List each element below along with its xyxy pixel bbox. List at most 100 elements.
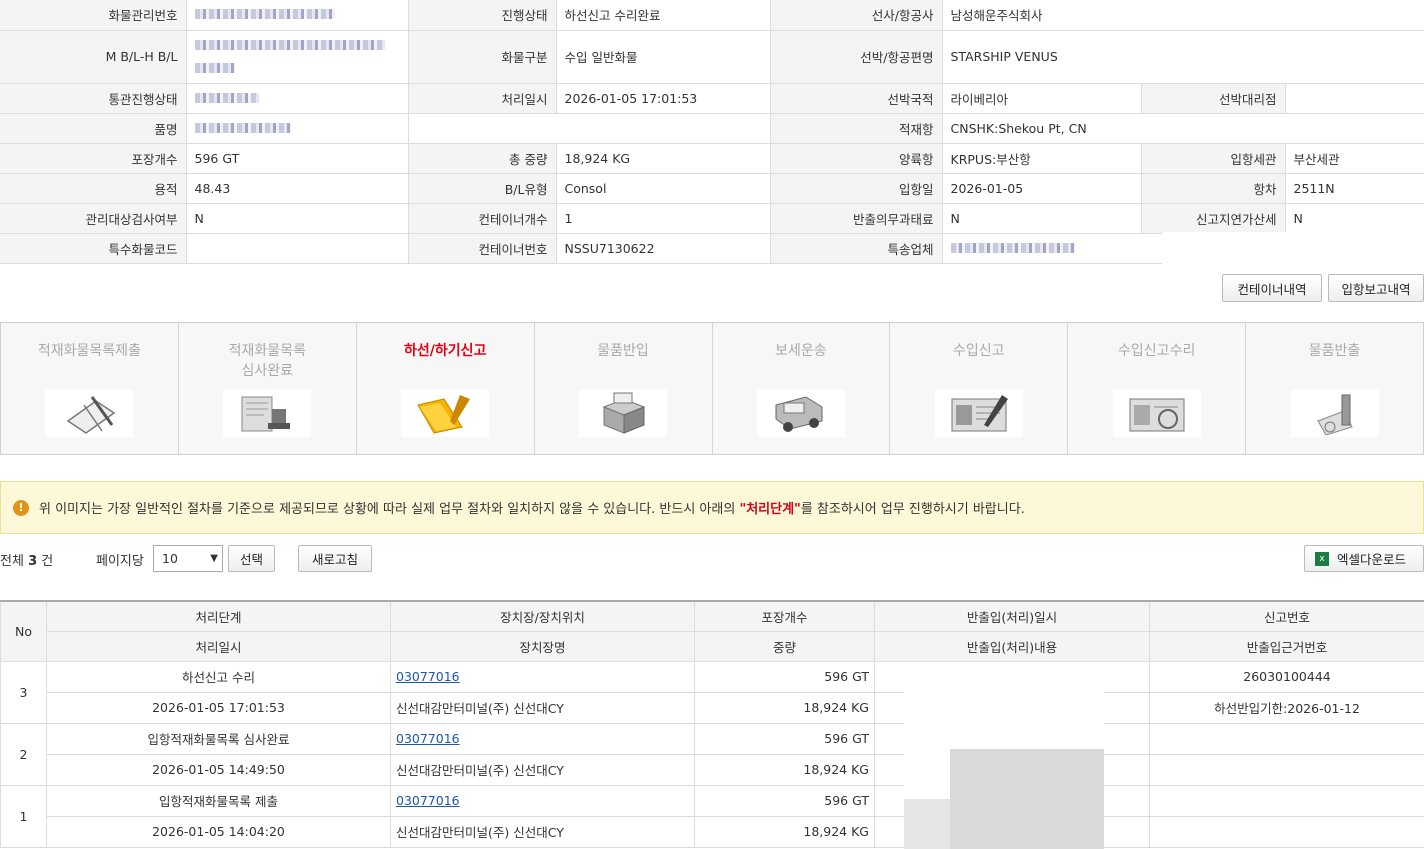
step-label: 보세운송: [775, 343, 827, 359]
row-warehouse: 신선대감만터미널(주) 신선대CY: [390, 753, 695, 786]
row-processed-at: 2026-01-05 14:04:20: [46, 815, 391, 848]
refresh-button[interactable]: 새로고침: [298, 545, 372, 572]
entry-customs-value: 부산세관: [1285, 143, 1424, 174]
clipboard-pen-icon: [45, 389, 134, 437]
step-import-declaration: 수입신고: [890, 323, 1069, 454]
row-report-no: [1149, 722, 1424, 755]
status-value: 하선신고 수리완료: [556, 0, 771, 31]
col-weight: 중량: [694, 630, 875, 662]
cargo-type-value: 수입 일반화물: [556, 30, 771, 84]
special-cargo-label: 특수화물코드: [0, 233, 187, 264]
excel-download-button[interactable]: x 엑셀다운로드: [1304, 545, 1424, 572]
table-row: 3 하선신고 수리 03077016 596 GT 26030100444: [0, 660, 1424, 724]
table-row: 2026-01-05 14:49:50 신선대감만터미널(주) 신선대CY 18…: [1, 753, 1424, 786]
row-stage: 입항적재화물목록 심사완료: [46, 722, 391, 755]
col-report-no: 신고번호: [1149, 600, 1424, 632]
entry-report-history-button[interactable]: 입항보고내역: [1328, 274, 1424, 302]
redaction-mask: [904, 799, 950, 849]
col-packages: 포장개수: [694, 600, 875, 632]
container-history-button[interactable]: 컨테이너내역: [1222, 274, 1322, 302]
per-page-label: 페이지당: [96, 554, 144, 569]
step-label: 적재화물목록 심사완료: [228, 343, 306, 379]
vessel-country-label: 선박국적: [770, 83, 943, 114]
row-weight: 18,924 KG: [694, 753, 875, 786]
step-manifest-submit: 적재화물목록제출: [1, 323, 179, 454]
step-label: 적재화물목록제출: [37, 343, 141, 359]
bl-type-label: B/L유형: [408, 173, 557, 204]
mgmt-no-label: 화물관리번호: [0, 0, 187, 31]
mgmt-no-value: [186, 0, 409, 31]
bl-label: M B/L-H B/L: [0, 30, 187, 84]
volume-value: 48.43: [186, 173, 409, 204]
row-report-no: [1149, 784, 1424, 817]
customs-status-label: 통관진행상태: [0, 83, 187, 114]
carrier-label: 선사/항공사: [770, 0, 943, 31]
unloading-port-value: KRPUS:부산항: [942, 143, 1142, 174]
step-label: 하선/하기신고: [403, 343, 487, 359]
volume-label: 용적: [0, 173, 187, 204]
row-packages: 596 GT: [694, 722, 875, 755]
row-stage: 하선신고 수리: [46, 660, 391, 693]
row-weight: 18,924 KG: [694, 815, 875, 848]
table-row: 2 입항적재화물목록 심사완료 03077016 596 GT: [0, 722, 1424, 786]
excel-icon: x: [1315, 551, 1329, 566]
step-import-approval: 수입신고수리: [1068, 323, 1247, 454]
entry-date-value: 2026-01-05: [942, 173, 1142, 204]
col-warehouse: 장치장명: [390, 630, 695, 662]
row-no: 1: [0, 784, 47, 848]
per-page-select[interactable]: 10 ▼: [153, 545, 223, 572]
warning-icon: !: [13, 499, 29, 516]
document-pen-icon: [934, 389, 1023, 437]
vessel-label: 선박/항공편명: [770, 30, 943, 84]
location-code-link[interactable]: 03077016: [396, 731, 460, 746]
release-duty-value: N: [942, 203, 1142, 234]
col-stage: 처리단계: [46, 600, 391, 632]
processing-history-table: No 처리단계 장치장/장치위치 포장개수 반출입(처리)일시 신고번호 처리일…: [0, 600, 1424, 848]
approved-document-icon: [1112, 389, 1201, 437]
step-unloading-report: 하선/하기신고: [357, 323, 535, 454]
chevron-down-icon: ▼: [210, 553, 218, 564]
inspection-value: N: [186, 203, 409, 234]
col-inout-datetime: 반출입(처리)일시: [874, 600, 1150, 632]
step-bonded-transport: 보세운송: [713, 323, 891, 454]
step-manifest-review: 적재화물목록 심사완료: [179, 323, 357, 454]
packages-label: 포장개수: [0, 143, 187, 174]
location-code-link[interactable]: 03077016: [396, 793, 460, 808]
row-basis-no: 하선반입기한:2026-01-12: [1149, 691, 1424, 724]
status-label: 진행상태: [408, 0, 557, 31]
row-weight: 18,924 KG: [694, 691, 875, 724]
step-label: 수입신고: [953, 343, 1005, 359]
container-count-value: 1: [556, 203, 771, 234]
voyage-label: 항차: [1141, 173, 1286, 204]
process-steps: 적재화물목록제출 적재화물목록 심사완료 하선/하기신고 물품반입 보세운송 수…: [0, 322, 1424, 455]
unloading-port-label: 양륙항: [770, 143, 943, 174]
cargo-info-table: 화물관리번호 진행상태 하선신고 수리완료 선사/항공사 남성해운주식회사 M …: [0, 0, 1424, 264]
item-value-extension: [408, 113, 771, 144]
special-cargo-value: [186, 233, 409, 264]
redaction-mask: [950, 749, 1104, 849]
entry-customs-label: 입항세관: [1141, 143, 1286, 174]
vessel-country-value: 라이베리아: [942, 83, 1142, 114]
voyage-value: 2511N: [1285, 173, 1424, 204]
bl-type-value: Consol: [556, 173, 771, 204]
select-button[interactable]: 선택: [228, 545, 275, 572]
row-processed-at: 2026-01-05 14:49:50: [46, 753, 391, 786]
forwarder-label: 특송업체: [770, 233, 943, 264]
row-packages: 596 GT: [694, 784, 875, 817]
row-warehouse: 신선대감만터미널(주) 신선대CY: [390, 691, 695, 724]
truck-icon: [756, 389, 845, 437]
location-code-link[interactable]: 03077016: [396, 669, 460, 684]
total-weight-label: 총 중량: [408, 143, 557, 174]
late-tax-label: 신고지연가산세: [1141, 203, 1286, 234]
row-packages: 596 GT: [694, 660, 875, 693]
col-location: 장치장/장치위치: [390, 600, 695, 632]
notice-text: 위 이미지는 가장 일반적인 절차를 기준으로 제공되므로 상황에 따라 실제 …: [39, 502, 1025, 517]
col-inout-content: 반출입(처리)내용: [874, 630, 1150, 662]
loading-port-value: CNSHK:Shekou Pt, CN: [942, 113, 1424, 144]
notice-highlight: "처리단계": [739, 502, 801, 517]
step-goods-release: 물품반출: [1246, 323, 1423, 454]
item-label: 품명: [0, 113, 187, 144]
late-tax-value: N: [1285, 203, 1424, 234]
col-no: No: [0, 600, 47, 662]
row-stage: 입항적재화물목록 제출: [46, 784, 391, 817]
